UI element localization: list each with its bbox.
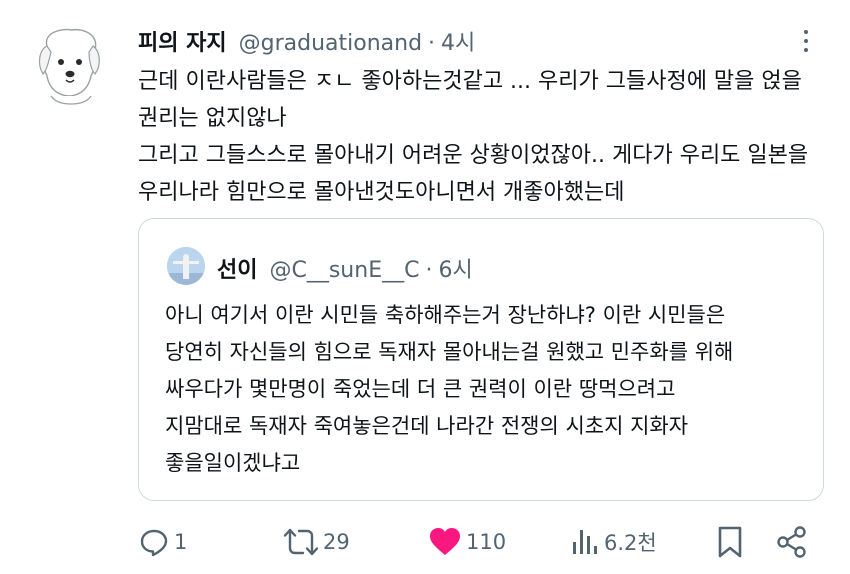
share-icon [777,526,806,558]
like-button[interactable]: 110 [428,522,506,562]
quoted-text-line: 아니 여기서 이란 시민들 축하해주는거 장난하냐? 이란 시민들은 [165,303,726,327]
tweet-text-line: 권리는 없지않나 [138,106,287,131]
reply-count: 1 [174,530,188,554]
puppy-avatar-image [38,28,100,105]
quoted-header: 선이 @C__sunE__C · 6시 [217,252,473,284]
separator-dot: · [428,31,436,56]
quoted-text-line: 지맘대로 독재자 죽여놓은건데 나라간 전쟁의 시초지 지화자 [165,414,689,438]
views-icon [573,530,597,554]
tweet[interactable]: 피의 자지 @graduationand · 4시 근데 이란사람들은 ㅈㄴ 좋… [0,0,850,574]
post-time[interactable]: 4시 [441,25,475,57]
quoted-text-line: 좋을일이겠냐고 [165,451,301,475]
quoted-display-name[interactable]: 선이 [217,252,257,284]
tweet-text-line: 근데 이란사람들은 ㅈㄴ 좋아하는것같고 ... 우리가 그들사정에 말을 얹을 [138,69,802,94]
tweet-text: 근데 이란사람들은 ㅈㄴ 좋아하는것같고 ... 우리가 그들사정에 말을 얹을… [138,63,828,211]
quoted-time[interactable]: 6시 [438,252,472,284]
statue-avatar-image [167,247,205,285]
bookmark-icon [718,526,742,558]
author-avatar[interactable] [33,24,105,106]
repost-button[interactable]: 29 [283,522,350,562]
share-button[interactable] [775,522,809,562]
like-icon [430,528,460,555]
reply-icon [140,529,168,557]
quoted-text-line: 당연히 자신들의 힘으로 독재자 몰아내는걸 원했고 민주화를 위해 [165,340,734,364]
author-handle[interactable]: @graduationand [239,31,422,56]
quoted-handle[interactable]: @C__sunE__C [269,258,419,283]
quoted-tweet[interactable]: 선이 @C__sunE__C · 6시 아니 여기서 이란 시민들 축하해주는거… [138,218,824,501]
separator-dot: · [425,258,433,283]
quoted-author-avatar [167,247,205,285]
repost-icon [283,528,319,556]
action-bar: 1 29 110 6.2천 [0,522,850,562]
bookmark-button[interactable] [715,522,745,562]
tweet-text-line: 그리고 그들스스로 몰아내기 어려운 상황이었잖아.. 게다가 우리도 일본을 [138,143,809,168]
tweet-text-line: 우리나라 힘만으로 몰아낸것도아니면서 개좋아했는데 [138,180,625,205]
more-icon[interactable] [800,30,812,56]
quoted-text: 아니 여기서 이란 시민들 축하해주는거 장난하냐? 이란 시민들은 당연히 자… [165,297,805,482]
views-count: 6.2천 [604,531,657,555]
views-button[interactable]: 6.2천 [570,522,657,562]
repost-count: 29 [323,530,350,554]
tweet-header: 피의 자지 @graduationand · 4시 [138,25,475,57]
author-display-name[interactable]: 피의 자지 [138,25,227,57]
reply-button[interactable]: 1 [138,522,187,562]
quoted-text-line: 싸우다가 몇만명이 죽었는데 더 큰 권력이 이란 땅먹으려고 [165,377,676,401]
like-count: 110 [466,530,507,554]
